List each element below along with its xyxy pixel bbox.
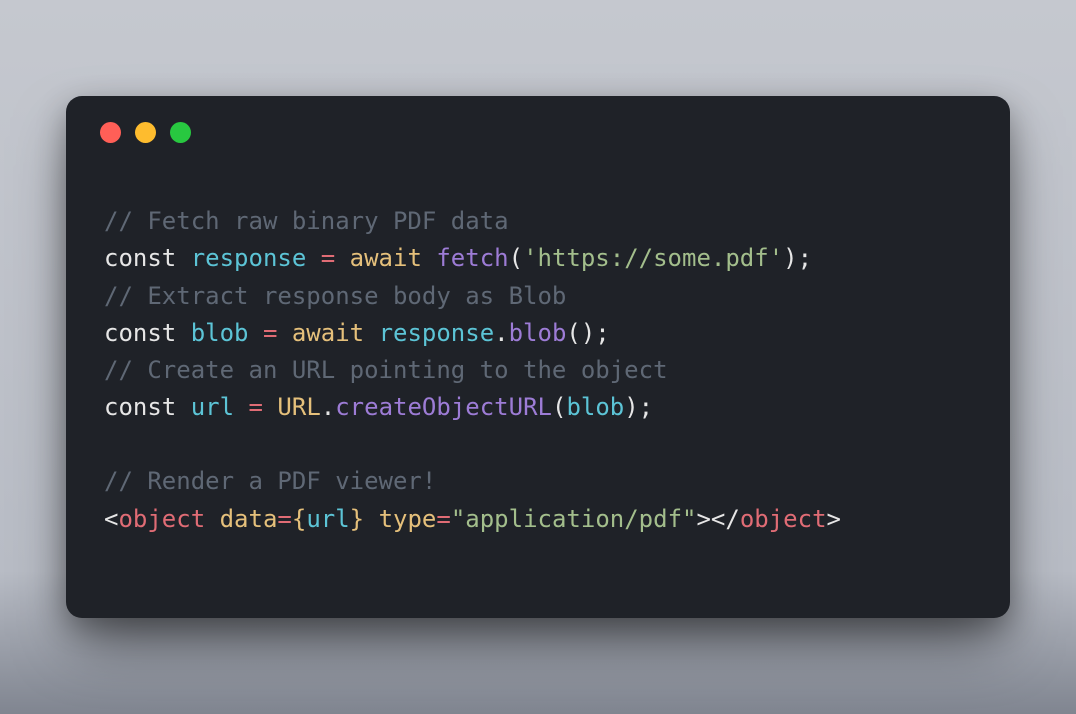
code-token: blob	[566, 393, 624, 421]
code-token: =	[277, 505, 291, 533]
code-line: // Fetch raw binary PDF data	[104, 203, 972, 240]
maximize-icon[interactable]	[170, 122, 191, 143]
code-token: }	[350, 505, 364, 533]
code-token	[176, 319, 190, 347]
code-comment: // Fetch raw binary PDF data	[104, 207, 509, 235]
code-token	[263, 393, 277, 421]
code-comment: // Extract response body as Blob	[104, 282, 566, 310]
code-token	[364, 319, 378, 347]
code-token: );	[783, 244, 812, 272]
code-token: const	[104, 244, 176, 272]
code-token: (	[552, 393, 566, 421]
code-token: object	[740, 505, 827, 533]
code-token: );	[624, 393, 653, 421]
code-token: url	[191, 393, 234, 421]
code-line: const blob = await response.blob();	[104, 315, 972, 352]
code-token: response	[379, 319, 495, 347]
code-token	[176, 393, 190, 421]
code-line: const url = URL.createObjectURL(blob);	[104, 389, 972, 426]
code-comment: // Create an URL pointing to the object	[104, 356, 668, 384]
code-token: =	[263, 319, 277, 347]
code-token: url	[306, 505, 349, 533]
code-token	[249, 319, 263, 347]
code-line	[104, 426, 972, 463]
code-token	[364, 505, 378, 533]
code-comment: // Render a PDF viewer!	[104, 467, 436, 495]
minimize-icon[interactable]	[135, 122, 156, 143]
code-token: .	[321, 393, 335, 421]
code-token: createObjectURL	[335, 393, 552, 421]
code-token: {	[292, 505, 306, 533]
code-token: const	[104, 319, 176, 347]
code-token: "application/pdf"	[451, 505, 697, 533]
code-token: =	[436, 505, 450, 533]
code-token: fetch	[436, 244, 508, 272]
code-token: =	[321, 244, 335, 272]
code-token: 'https://some.pdf'	[523, 244, 783, 272]
code-token: response	[191, 244, 307, 272]
code-line: // Extract response body as Blob	[104, 278, 972, 315]
code-token: blob	[191, 319, 249, 347]
close-icon[interactable]	[100, 122, 121, 143]
code-token	[306, 244, 320, 272]
code-token	[205, 505, 219, 533]
code-token: type	[379, 505, 437, 533]
code-token: blob	[509, 319, 567, 347]
code-line: // Render a PDF viewer!	[104, 463, 972, 500]
code-editor-window: // Fetch raw binary PDF data const respon…	[66, 96, 1010, 618]
code-token: <	[104, 505, 118, 533]
code-line: // Create an URL pointing to the object	[104, 352, 972, 389]
code-token: </	[711, 505, 740, 533]
code-token: const	[104, 393, 176, 421]
window-titlebar	[66, 96, 1010, 153]
code-token: >	[696, 505, 710, 533]
code-token: URL	[277, 393, 320, 421]
code-token	[234, 393, 248, 421]
code-token: >	[827, 505, 841, 533]
code-token: ();	[566, 319, 609, 347]
code-content: // Fetch raw binary PDF data const respon…	[66, 153, 1010, 538]
code-line: const response = await fetch('https://so…	[104, 240, 972, 277]
code-token: data	[220, 505, 278, 533]
code-token: .	[494, 319, 508, 347]
code-token: await	[350, 244, 422, 272]
code-token: await	[292, 319, 364, 347]
code-token: (	[509, 244, 523, 272]
code-token	[422, 244, 436, 272]
code-line: <object data={url} type="application/pdf…	[104, 501, 972, 538]
code-token	[277, 319, 291, 347]
code-token	[176, 244, 190, 272]
code-token: =	[249, 393, 263, 421]
code-token: object	[118, 505, 205, 533]
code-token	[335, 244, 349, 272]
